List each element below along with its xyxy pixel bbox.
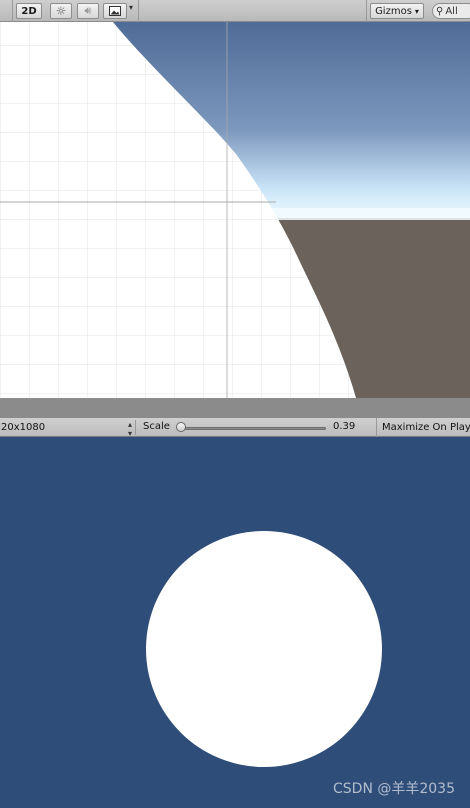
toolbar-separator	[138, 0, 139, 22]
speaker-icon: 🔊︎	[84, 4, 92, 17]
game-view[interactable]: CSDN @羊羊2035	[0, 437, 470, 808]
2d-toggle-button[interactable]: 2D	[16, 3, 42, 19]
scene-bottom-bar	[0, 398, 470, 418]
scene-toolbar: 2D ☼ 🔊︎ ▾ Gizmos ▾ ⚲ All	[0, 0, 470, 22]
search-filter-text: All	[445, 5, 458, 17]
search-icon: ⚲	[436, 5, 444, 17]
gizmos-label: Gizmos	[375, 5, 412, 17]
image-icon	[109, 6, 121, 16]
watermark: CSDN @羊羊2035	[333, 781, 455, 797]
scale-slider-thumb[interactable]	[176, 422, 186, 432]
game-toolbar: 20x1080 ▴ ▾ Scale 0.39 Maximize On Play	[0, 418, 470, 438]
scale-label: Scale	[143, 421, 170, 432]
resolution-dropdown[interactable]: 20x1080 ▴ ▾	[0, 420, 136, 438]
sun-icon: ☼	[55, 4, 67, 18]
scene-lighting-button[interactable]: ☼	[50, 3, 72, 19]
scale-slider-track[interactable]	[178, 427, 326, 430]
effects-dropdown-arrow[interactable]: ▾	[129, 3, 133, 12]
scene-effects-button[interactable]	[103, 3, 127, 19]
toolbar-separator	[12, 0, 13, 22]
scene-view[interactable]	[0, 22, 470, 398]
maximize-on-play-button[interactable]: Maximize On Play	[376, 418, 470, 437]
updown-arrows-icon: ▴ ▾	[127, 420, 132, 438]
resolution-label: 20x1080	[1, 422, 46, 433]
toolbar-separator	[366, 0, 367, 22]
scene-canvas	[0, 22, 470, 398]
white-circle-sprite	[146, 531, 382, 767]
maximize-on-play-label: Maximize On Play	[382, 422, 470, 433]
chevron-down-icon: ▾	[414, 6, 419, 16]
scale-value: 0.39	[333, 421, 356, 432]
scene-audio-button[interactable]: 🔊︎	[77, 3, 99, 19]
search-input[interactable]: ⚲ All	[432, 3, 470, 19]
gizmos-dropdown[interactable]: Gizmos ▾	[370, 3, 424, 19]
